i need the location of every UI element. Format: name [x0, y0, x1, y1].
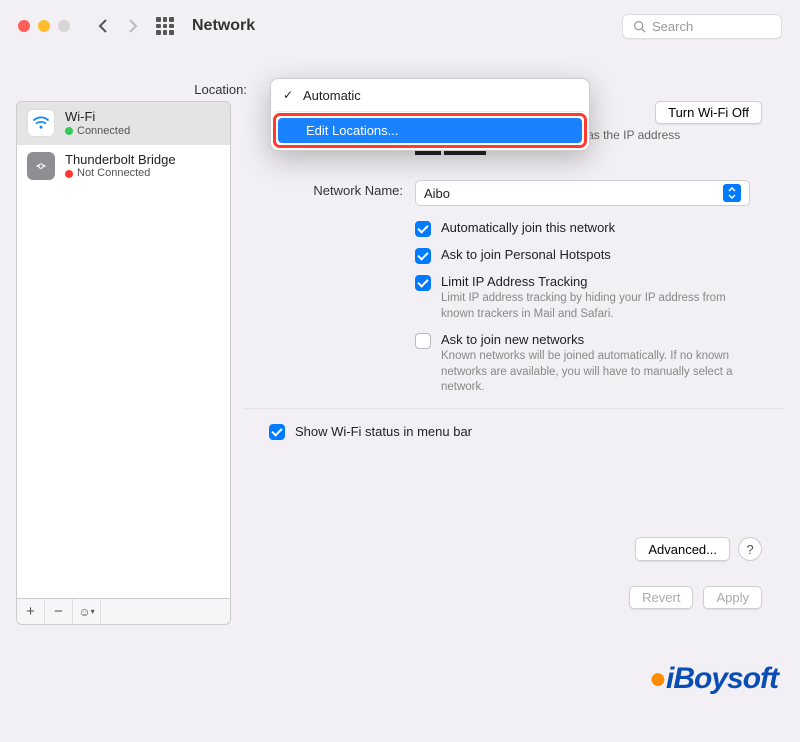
sidebar-item-status: Connected: [77, 125, 130, 138]
sidebar-item-status: Not Connected: [77, 167, 150, 180]
network-name-value: Aibo: [424, 186, 450, 201]
separator: [245, 408, 784, 409]
search-placeholder: Search: [652, 19, 693, 34]
dropdown-separator: [275, 111, 585, 112]
annotation-highlight: Edit Locations...: [273, 113, 587, 148]
hotspots-label: Ask to join Personal Hotspots: [441, 247, 611, 262]
window-controls: [18, 20, 70, 32]
ask-new-checkbox[interactable]: [415, 333, 431, 349]
interface-list: Wi-Fi Connected Thunderbolt Bridge Not C…: [16, 101, 231, 599]
add-interface-button[interactable]: +: [17, 599, 45, 624]
window-title: Network: [192, 17, 255, 35]
sidebar-item-thunderbolt[interactable]: Thunderbolt Bridge Not Connected: [17, 145, 230, 188]
network-name-select[interactable]: Aibo: [415, 180, 750, 206]
auto-join-label: Automatically join this network: [441, 220, 615, 235]
menubar-checkbox[interactable]: [269, 424, 285, 440]
turn-wifi-off-button[interactable]: Turn Wi-Fi Off: [655, 101, 762, 124]
apply-button[interactable]: Apply: [703, 586, 762, 609]
main-panel: Turn Wi-Fi Off Status: Connected Wi-Fi i…: [245, 101, 784, 625]
network-name-label: Network Name:: [245, 180, 415, 206]
back-button[interactable]: [92, 15, 114, 37]
limit-ip-label: Limit IP Address Tracking: [441, 274, 751, 289]
ask-new-description: Known networks will be joined automatica…: [441, 349, 751, 396]
close-window-button[interactable]: [18, 20, 30, 32]
advanced-button[interactable]: Advanced...: [635, 537, 730, 561]
location-dropdown: Automatic Edit Locations...: [270, 78, 590, 151]
location-label: Location:: [0, 78, 255, 97]
interface-actions-button[interactable]: ☺︎▾: [73, 599, 101, 624]
auto-join-checkbox[interactable]: [415, 221, 431, 237]
help-button[interactable]: ?: [738, 537, 762, 561]
forward-button[interactable]: [122, 15, 144, 37]
status-dot-green: [65, 127, 73, 135]
remove-interface-button[interactable]: −: [45, 599, 73, 624]
search-field[interactable]: Search: [622, 14, 782, 39]
thunderbolt-icon: [27, 152, 55, 180]
location-option-automatic[interactable]: Automatic: [275, 83, 585, 108]
sidebar-item-name: Wi-Fi: [65, 109, 130, 125]
sidebar-tools: + − ☺︎▾: [16, 599, 231, 625]
watermark: ●iBoysoft: [649, 662, 778, 696]
ask-new-label: Ask to join new networks: [441, 332, 751, 347]
wifi-icon: [27, 109, 55, 137]
toolbar: Network Search: [0, 0, 800, 52]
menubar-label: Show Wi-Fi status in menu bar: [295, 424, 472, 439]
status-dot-red: [65, 170, 73, 178]
revert-button[interactable]: Revert: [629, 586, 693, 609]
hotspots-checkbox[interactable]: [415, 248, 431, 264]
zoom-window-button: [58, 20, 70, 32]
sidebar-item-name: Thunderbolt Bridge: [65, 152, 176, 168]
minimize-window-button[interactable]: [38, 20, 50, 32]
limit-ip-description: Limit IP address tracking by hiding your…: [441, 291, 751, 322]
location-option-edit[interactable]: Edit Locations...: [278, 118, 582, 143]
sidebar-item-wifi[interactable]: Wi-Fi Connected: [17, 102, 230, 145]
limit-ip-checkbox[interactable]: [415, 275, 431, 291]
show-all-icon[interactable]: [156, 17, 174, 35]
chevron-updown-icon: [723, 184, 741, 202]
search-icon: [633, 20, 646, 33]
sidebar: Wi-Fi Connected Thunderbolt Bridge Not C…: [16, 101, 231, 625]
